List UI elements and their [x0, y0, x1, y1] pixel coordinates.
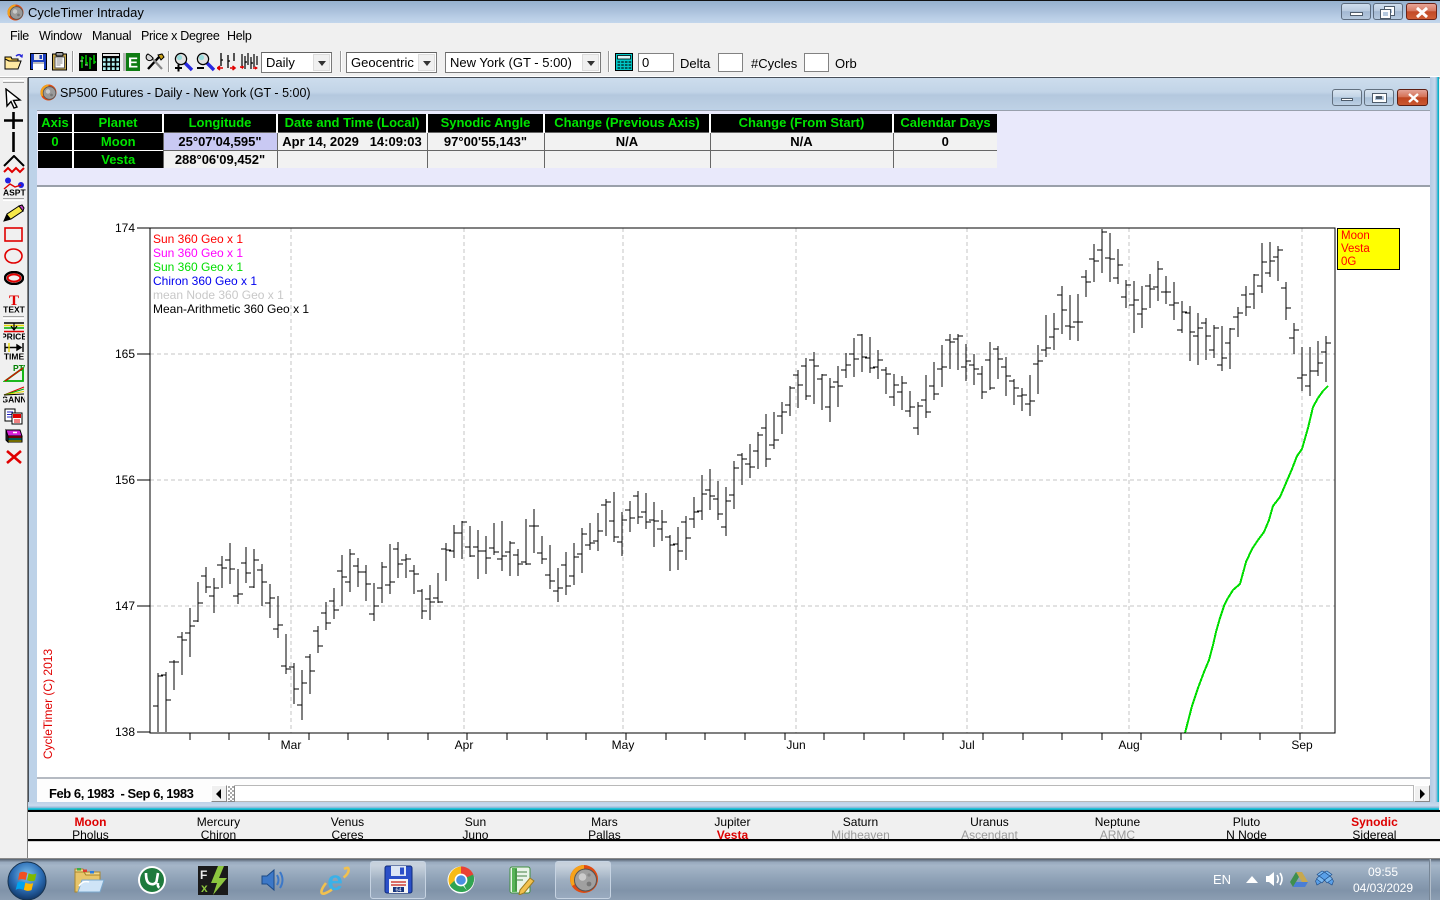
svg-text:GANN: GANN	[3, 395, 25, 404]
svg-text:ASPT: ASPT	[3, 188, 26, 197]
svg-text:PRICE: PRICE	[3, 332, 25, 341]
svg-text:64: 64	[395, 888, 401, 894]
svg-text:TEXT: TEXT	[3, 305, 25, 314]
svg-text:TIME: TIME	[4, 352, 25, 361]
svg-text:E: E	[128, 55, 138, 72]
svg-text:x: x	[201, 881, 208, 895]
svg-text:F: F	[200, 868, 207, 882]
